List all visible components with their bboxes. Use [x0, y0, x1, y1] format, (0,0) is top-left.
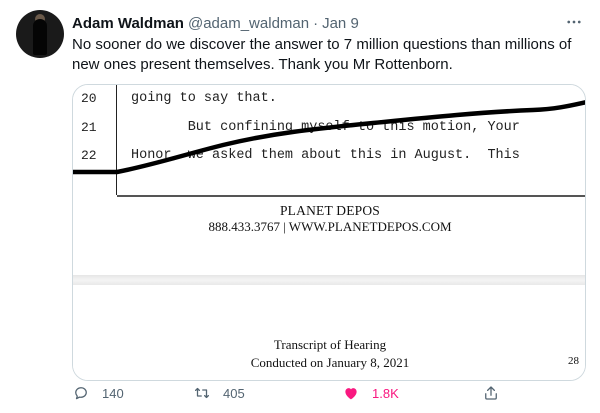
- tweet-media-image[interactable]: 20 21 22 going to say that. But confinin…: [72, 84, 586, 381]
- avatar[interactable]: [16, 10, 64, 58]
- page-gap: [73, 275, 585, 285]
- tweet[interactable]: Adam Waldman @adam_waldman · Jan 9 No so…: [0, 0, 600, 413]
- author-name[interactable]: Adam Waldman: [72, 15, 184, 32]
- header-separator: ·: [313, 14, 319, 32]
- transcript-date: Conducted on January 8, 2021: [250, 355, 410, 370]
- transcript-page-top: 20 21 22 going to say that. But confinin…: [73, 85, 585, 275]
- retweet-icon: [194, 387, 210, 399]
- reply-button[interactable]: 140: [72, 383, 124, 403]
- more-dots-icon: [567, 20, 581, 24]
- footer-company: PLANET DEPOS: [279, 203, 381, 218]
- reply-icon: [75, 387, 87, 400]
- tweet-date[interactable]: Jan 9: [322, 15, 359, 32]
- tweet-actions: 140 405 1.8K: [72, 383, 512, 403]
- share-icon: [485, 386, 497, 400]
- heart-filled-icon: [345, 388, 357, 400]
- like-button[interactable]: 1.8K: [342, 383, 399, 403]
- avatar-figure: [33, 19, 47, 55]
- retweet-count: 405: [223, 385, 245, 401]
- retweet-button[interactable]: 405: [193, 383, 245, 403]
- transcript-page-bottom: Transcript of Hearing Conducted on Janua…: [73, 285, 585, 380]
- more-options-button[interactable]: [562, 12, 586, 32]
- share-button[interactable]: [482, 383, 512, 403]
- page-number: 28: [568, 355, 579, 367]
- author-handle[interactable]: @adam_waldman: [188, 15, 309, 32]
- footer-contact: 888.433.3767 | WWW.PLANETDEPOS.COM: [208, 219, 452, 234]
- like-count: 1.8K: [372, 385, 399, 401]
- reply-count: 140: [102, 385, 124, 401]
- marker-line-drawing: [73, 100, 585, 175]
- tweet-text: No sooner do we discover the answer to 7…: [72, 36, 572, 73]
- transcript-title: Transcript of Hearing: [273, 337, 387, 352]
- tweet-header: Adam Waldman @adam_waldman · Jan 9: [72, 13, 359, 33]
